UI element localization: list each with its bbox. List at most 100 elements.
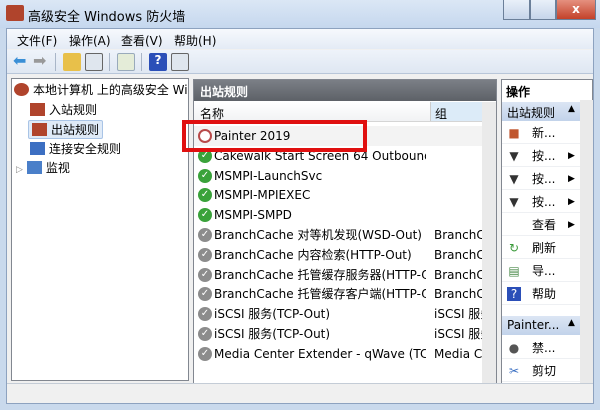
actions-scrollbar[interactable] [580, 100, 593, 398]
actions-title: 操作 [506, 85, 531, 99]
submenu-arrow-icon: ▶ [568, 220, 575, 230]
disabled-rule-icon: ✓ [198, 267, 212, 282]
rule-name: MSMPI-MPIEXEC [214, 188, 311, 203]
separator [55, 53, 56, 71]
monitor-icon [26, 161, 42, 174]
rule-row[interactable]: ✓BranchCache 内容检索(HTTP-Out) BranchCache [194, 245, 482, 265]
rule-row[interactable]: ✓ MSMPI-SMPD [194, 205, 482, 225]
tree-item-monitoring[interactable]: ▷ 监视 [16, 159, 70, 178]
back-icon[interactable]: ⬅ [13, 53, 31, 71]
close-button[interactable]: x [556, 0, 596, 20]
disabled-rule-icon: ✓ [198, 247, 212, 262]
rule-group: iSCSI 服务 [434, 307, 482, 322]
rule-row[interactable]: ✓iSCSI 服务(TCP-Out) iSCSI 服务 [194, 324, 482, 344]
rule-row[interactable]: ✓BranchCache 托管缓存服务器(HTTP-O... BranchCach… [194, 265, 482, 285]
firewall-icon [6, 5, 24, 21]
tree-label: 连接安全规则 [49, 142, 122, 156]
rule-row[interactable]: ✓ MSMPI-LaunchSvc [194, 166, 482, 186]
vertical-scrollbar[interactable] [482, 102, 496, 384]
up-folder-icon[interactable] [63, 53, 81, 71]
rule-group: iSCSI 服务 [434, 327, 482, 341]
column-header: 名称 组 [194, 102, 482, 122]
action-item[interactable]: ? 帮助 [502, 283, 580, 305]
action-item[interactable]: ▤ 导... [502, 260, 580, 282]
show-hide-action-pane-icon[interactable] [171, 53, 189, 71]
pane-title: 出站规则 [194, 80, 496, 101]
forward-icon[interactable]: ➡ [33, 53, 51, 71]
firewall-icon [14, 83, 29, 96]
separator [109, 53, 110, 71]
allow-icon: ✓ [198, 208, 212, 223]
submenu-arrow-icon: ▶ [568, 151, 575, 161]
submenu-arrow-icon: ▶ [568, 197, 575, 207]
tree-label: 入站规则 [49, 103, 98, 117]
rule-group: Media Center [434, 346, 482, 361]
rule-name: Media Center Extender - qWave (TCP... [214, 346, 426, 361]
action-label: 查看 [532, 218, 557, 232]
rule-row[interactable]: ✓ Media Center Extender - qWave (TCP... Me… [194, 344, 482, 364]
tree-item-connection-security-rules[interactable]: 连接安全规则 [30, 140, 121, 159]
actions-section-header[interactable]: Painter... ▲ [502, 316, 580, 335]
rule-name: iSCSI 服务(TCP-Out) [214, 327, 331, 341]
rules-pane: 出站规则 名称 组 Painter 2019 ✓ Cakewalk Start Sc… [182, 79, 497, 399]
action-label: 按... [532, 195, 556, 209]
rule-name: BranchCache 内容检索(HTTP-Out) [214, 247, 412, 262]
rule-name: MSMPI-SMPD [214, 208, 292, 223]
action-item[interactable]: 查看 ▶ [502, 214, 580, 236]
action-item[interactable]: ✂ 剪切 [502, 360, 580, 382]
action-label: 帮助 [532, 287, 557, 301]
collapse-icon[interactable]: ▲ [568, 104, 575, 114]
rule-name: iSCSI 服务(TCP-Out) [214, 307, 331, 322]
menu-help[interactable]: 帮助(H) [174, 32, 216, 49]
action-item[interactable]: ▼ 按... ▶ [502, 145, 580, 167]
tree-root[interactable]: 本地计算机 上的高级安全 Windows 防火墙 [14, 81, 188, 100]
inbound-rules-icon [30, 103, 45, 116]
highlight-box [182, 120, 367, 152]
collapse-icon[interactable]: ▲ [568, 318, 575, 328]
action-label: 刷新 [532, 241, 557, 255]
rule-name: BranchCache 托管缓存客户端(HTTP-O... [214, 287, 426, 302]
menu-view[interactable]: 查看(V) [121, 32, 163, 49]
submenu-arrow-icon: ▶ [568, 174, 575, 184]
rule-row[interactable]: ✓ MSMPI-MPIEXEC [194, 185, 482, 205]
actions-section-header[interactable]: 出站规则 ▲ [502, 102, 580, 121]
rule-group: BranchCache [434, 287, 482, 302]
action-item[interactable]: ■ 新... [502, 122, 580, 144]
status-bar [7, 383, 593, 403]
action-item[interactable]: ● 禁... [502, 337, 580, 359]
tree-label: 本地计算机 上的高级安全 Windows 防火墙 [33, 83, 188, 97]
column-group[interactable]: 组 [430, 102, 482, 121]
rule-row[interactable]: ✓BranchCache 托管缓存客户端(HTTP-O... BranchCach… [194, 284, 482, 304]
disabled-rule-icon: ✓ [198, 228, 212, 242]
title-bar: 高级安全 Windows 防火墙 x [0, 0, 600, 28]
show-hide-tree-icon[interactable] [85, 53, 103, 71]
minimize-button[interactable] [503, 0, 530, 20]
action-label: 按... [532, 172, 556, 186]
disabled-rule-icon: ✓ [198, 327, 212, 341]
tree-item-outbound-rules[interactable]: 出站规则 [28, 120, 104, 139]
action-item[interactable]: ↻ 刷新 [502, 237, 580, 259]
action-label: 剪切 [532, 364, 557, 378]
tree-item-inbound-rules[interactable]: 入站规则 [30, 101, 97, 120]
rule-row[interactable]: ✓iSCSI 服务(TCP-Out) iSCSI 服务 [194, 304, 482, 324]
export-icon: ▤ [508, 264, 520, 278]
outbound-rules-icon [32, 123, 47, 136]
allow-icon: ✓ [198, 188, 212, 203]
rule-row[interactable]: ✓BranchCache 对等机发现(WSD-Out) BranchCache [194, 225, 482, 245]
section-label: 出站规则 [507, 106, 556, 120]
toolbar: ⬅ ➡ ? [7, 50, 593, 74]
export-list-icon[interactable] [117, 53, 135, 71]
action-label: 按... [532, 149, 556, 163]
help-icon[interactable]: ? [149, 53, 167, 71]
rule-group: BranchCache [434, 267, 482, 282]
refresh-icon: ↻ [508, 241, 520, 255]
filter-icon: ▼ [509, 149, 519, 163]
action-label: 导... [532, 264, 556, 278]
action-item[interactable]: ▼ 按... ▶ [502, 191, 580, 213]
maximize-button[interactable] [530, 0, 556, 20]
action-item[interactable]: ▼ 按... ▶ [502, 168, 580, 190]
menu-action[interactable]: 操作(A) [69, 32, 111, 49]
expand-icon[interactable]: ▷ [16, 165, 23, 175]
connection-security-icon [30, 142, 45, 155]
menu-file[interactable]: 文件(F) [17, 32, 57, 49]
